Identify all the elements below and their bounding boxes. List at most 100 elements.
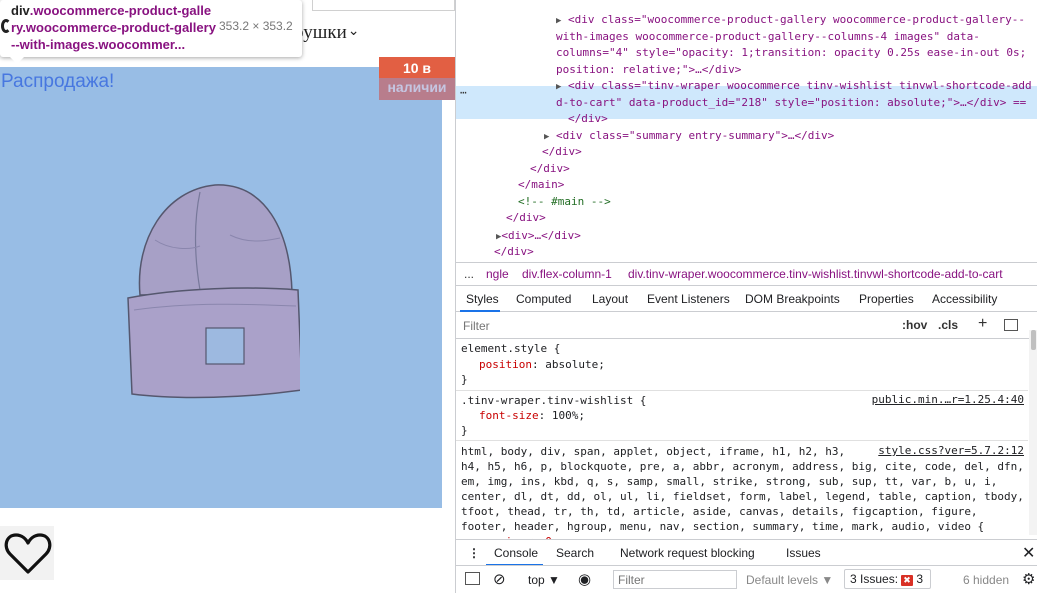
wishlist-button[interactable] [0,526,54,580]
issues-count: 3 [916,572,924,586]
console-filter-input[interactable] [613,570,737,589]
expand-triangle-icon[interactable]: ▶ [556,16,561,26]
rule-selector: html, body, div, span, applet, object, i… [461,445,846,458]
tooltip-arrow [10,57,24,64]
tooltip-selector-tag: div [11,3,30,18]
rule-selector: footer, header, hgroup, menu, nav, secti… [461,520,985,533]
nav-menu-item[interactable]: рушки⌄ [294,22,360,44]
sale-label: Распродажа! [1,71,115,92]
styles-rules: element.style { position: absolute; } .t… [456,339,1028,548]
rule-reset: style.css?ver=5.7.2:12 html, body, div, … [456,441,1028,548]
tree-node-text: <div class="woocommerce-product-gallery … [568,13,1026,26]
sidebar-toggle-icon[interactable] [1004,319,1018,331]
breadcrumb: ... ngle div.flex-column-1 div.tinv-wrap… [456,262,1037,284]
tree-node-text: <div class="summary entry-summary">…</di… [556,129,835,142]
tooltip-selector-class: .woocommerce-product-gallery.woocommerce… [11,3,216,52]
tree-node-text: <div class="tinv-wraper woocommerce tinv… [568,79,1032,92]
devtools-panel: ⋯ ▶ <div class="woocommerce-product-gall… [455,0,1037,593]
css-value: absolute; [545,358,605,371]
hover-state-toggle[interactable]: :hov [902,318,927,332]
sidebar-toggle-icon[interactable] [465,572,480,585]
partial-ring-icon [1,19,11,33]
node-actions-ellipsis[interactable]: ⋯ [460,86,467,99]
context-selector[interactable]: top ▼ [528,573,560,587]
issues-button[interactable]: 3 Issues: ✖ 3 [844,569,931,589]
rule-selector: .tinv-wraper.tinv-wishlist { [461,394,647,407]
chevron-down-icon: ⌄ [347,24,360,39]
rule-source-link[interactable]: public.min.…r=1.25.4:40 [872,393,1024,406]
tree-node[interactable]: ▶ <div class="woocommerce-product-galler… [556,12,1025,30]
new-rule-button[interactable]: + [978,315,987,333]
tab-computed[interactable]: Computed [516,292,571,306]
tree-node-text: </main> [518,178,565,191]
elements-tree: ⋯ ▶ <div class="woocommerce-product-gall… [456,10,1037,260]
tab-issues[interactable]: Issues [786,546,821,560]
tooltip-dimensions: 353.2 × 353.2 [219,19,293,33]
rule-selector: h4, h5, h6, p, blockquote, pre, a, abbr,… [461,460,1024,473]
tree-node-comment: <!-- #main --> [518,195,611,208]
clear-console-icon[interactable]: ⊘ [493,570,506,588]
tab-event-listeners[interactable]: Event Listeners [647,292,730,306]
gear-icon[interactable]: ⚙ [1022,570,1035,588]
tree-node-selected[interactable]: ▶ <div class="tinv-wraper woocommerce ti… [556,78,1032,96]
breadcrumb-item[interactable]: ngle [486,267,509,281]
badge-highlight-overlay [379,78,455,100]
tree-node[interactable]: ▶ <div class="summary entry-summary">…</… [544,128,834,146]
styles-scrollbar[interactable] [1029,330,1037,535]
drawer-menu-icon[interactable]: ⋮ [468,546,480,560]
eye-icon[interactable]: ◉ [578,570,591,588]
issues-label: 3 Issues: [850,572,899,586]
beanie-image [127,184,300,399]
tab-console[interactable]: Console [494,546,538,560]
rule-source-link[interactable]: style.css?ver=5.7.2:12 [878,444,1024,457]
styles-filter-input[interactable] [460,317,892,335]
tab-styles[interactable]: Styles [466,292,499,306]
rule-selector: em, img, ins, kbd, q, s, samp, small, st… [461,475,998,488]
class-toggle[interactable]: .cls [938,318,958,332]
tab-accessibility[interactable]: Accessibility [932,292,997,306]
close-icon[interactable]: ✕ [1022,543,1035,563]
page-viewport: рушки⌄ Распродажа! 10 в наличии div.wooc… [0,0,455,593]
tree-node[interactable]: ▶<div>…</div> [496,228,581,246]
tab-network-request-blocking[interactable]: Network request blocking [620,546,755,560]
tab-dom-breakpoints[interactable]: DOM Breakpoints [745,292,840,306]
tab-layout[interactable]: Layout [592,292,628,306]
css-value: 100%; [551,409,585,422]
tree-node-text: with-images woocommerce-product-gallery-… [556,30,980,43]
tree-node-text: position: relative;">…</div> [556,63,742,76]
tree-node-text: d-to-cart" data-product_id="218" style="… [556,96,1027,109]
tree-node-text: </div> [506,211,546,224]
rule-close: } [461,373,468,386]
tooltip-selector: div.woocommerce-product-gallery.woocomme… [11,2,216,53]
search-box[interactable] [312,0,455,11]
tab-search[interactable]: Search [556,546,594,560]
active-tab-indicator [460,310,500,312]
tree-node-text: </div> [530,162,570,175]
breadcrumb-item[interactable]: div.flex-column-1 [522,267,612,281]
context-label: top [528,573,545,587]
log-levels-dropdown[interactable]: Default levels ▼ [746,573,833,587]
rule-close: } [461,424,468,437]
css-property: font-size [479,409,539,422]
rule-element-style: element.style { position: absolute; } [456,339,1028,391]
tree-node-text: </div> [542,145,582,158]
rule-tinv-wraper: .tinv-wraper.tinv-wishlist { public.min.… [456,391,1028,441]
drawer-tab-bar: ⋮ Console Search Network request blockin… [456,539,1037,566]
tree-node-text: </div> [568,112,608,125]
tree-node-text: columns="4" style="opacity: 1;transition… [556,46,1027,59]
expand-triangle-icon[interactable]: ▶ [556,82,561,92]
tree-node-text: </div> [494,245,534,258]
rule-declaration[interactable]: position: absolute; [479,357,605,373]
log-levels-label: Default levels [746,573,819,587]
scroll-thumb[interactable] [1031,330,1036,350]
breadcrumb-item-active[interactable]: div.tinv-wraper.woocommerce.tinv-wishlis… [628,267,1003,281]
tree-node-text: <div>…</div> [501,229,581,242]
tab-properties[interactable]: Properties [859,292,914,306]
product-gallery-highlight[interactable] [0,67,442,508]
styles-filter-bar: :hov .cls + [456,313,1037,339]
rule-selector: center, dl, dt, dd, ol, ul, li, fieldset… [461,490,1024,503]
expand-triangle-icon[interactable]: ▶ [544,132,549,142]
breadcrumb-overflow[interactable]: ... [464,267,474,281]
console-toolbar: ⊘ top ▼ ◉ Default levels ▼ 3 Issues:✖ 3 … [456,565,1037,593]
rule-declaration[interactable]: font-size: 100%; [479,408,585,424]
